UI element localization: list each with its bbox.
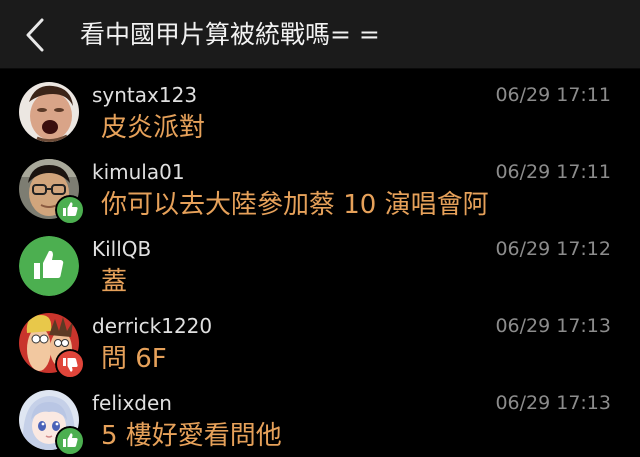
comment-text: 問 6F (101, 344, 167, 374)
comment-item: felixden 06/29 17:13 5 樓好愛看問他 (0, 377, 640, 456)
comment-item: derrick1220 06/29 17:13 問 6F (0, 300, 640, 379)
comment-list: syntax123 06/29 17:11 皮炎派對 kimula01 06/2… (0, 69, 640, 456)
comment-item: kimula01 06/29 17:11 你可以去大陸參加蔡 10 演唱會阿 (0, 146, 640, 225)
comment-username[interactable]: felixden (92, 391, 172, 415)
comment-timestamp: 06/29 17:11 (495, 161, 611, 183)
avatar-container (19, 159, 85, 225)
comment-text: 你可以去大陸參加蔡 10 演唱會阿 (101, 190, 489, 220)
avatar-container (19, 313, 85, 379)
comment-timestamp: 06/29 17:12 (495, 238, 611, 260)
thumbs-up-icon (55, 426, 85, 456)
thumbs-down-icon (55, 349, 85, 379)
comment-username[interactable]: derrick1220 (92, 314, 212, 338)
top-bar: 看中國甲片算被統戰嗎= = (0, 0, 640, 69)
thumbs-up-icon (55, 195, 85, 225)
avatar-container (19, 82, 79, 142)
chevron-left-icon[interactable] (18, 16, 54, 54)
comment-text: 蓋 (101, 267, 128, 297)
comment-text: 5 樓好愛看問他 (101, 421, 282, 451)
avatar-container (19, 236, 79, 296)
comment-item: syntax123 06/29 17:11 皮炎派對 (0, 69, 640, 146)
avatar-container (19, 390, 85, 456)
thumbs-up-icon[interactable] (19, 236, 79, 296)
comment-timestamp: 06/29 17:11 (495, 84, 611, 106)
comment-username[interactable]: syntax123 (92, 83, 197, 107)
comment-timestamp: 06/29 17:13 (495, 315, 611, 337)
page-title: 看中國甲片算被統戰嗎= = (80, 20, 380, 49)
avatar[interactable] (19, 82, 79, 142)
comment-username[interactable]: KillQB (92, 237, 151, 261)
comment-timestamp: 06/29 17:13 (495, 392, 611, 414)
comment-text: 皮炎派對 (101, 113, 206, 143)
comment-username[interactable]: kimula01 (92, 160, 185, 184)
comment-item: KillQB 06/29 17:12 蓋 (0, 223, 640, 300)
